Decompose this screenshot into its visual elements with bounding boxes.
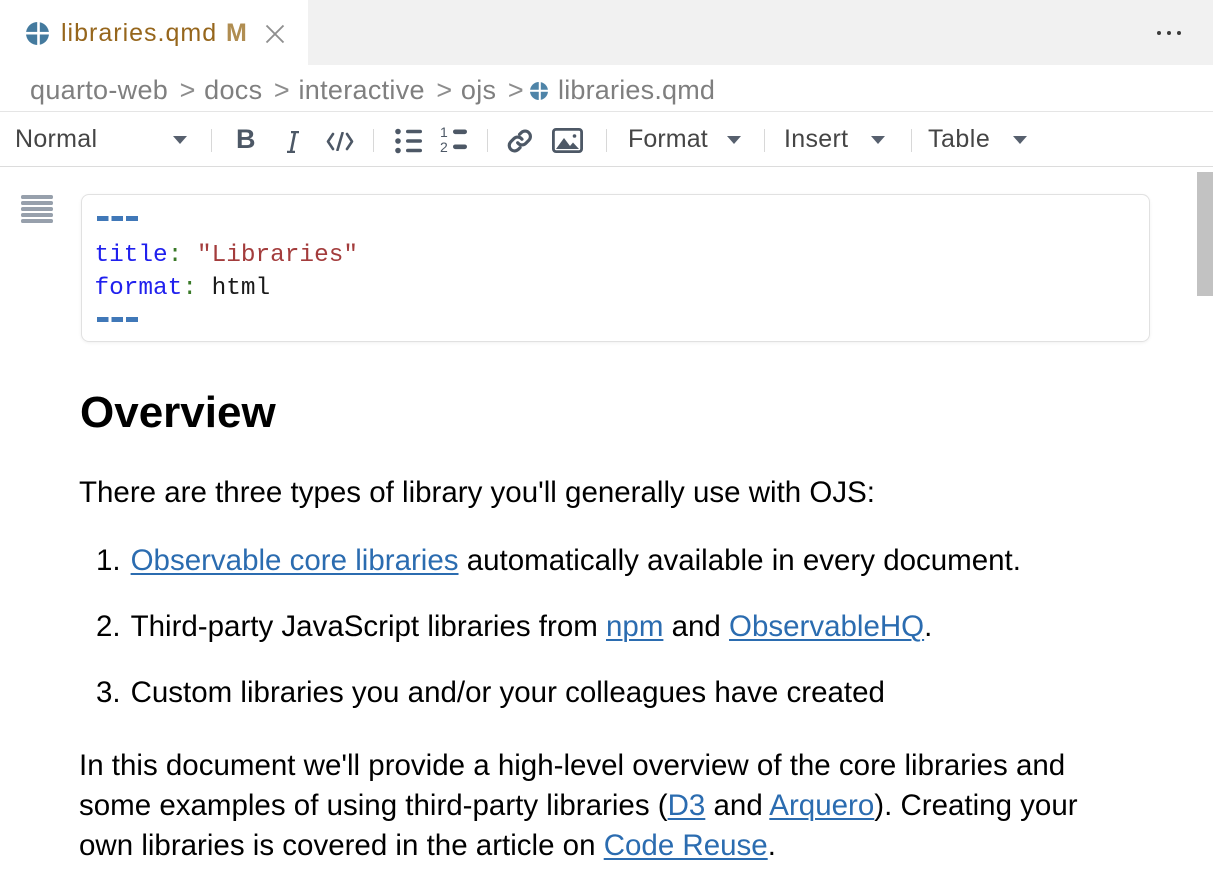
svg-text:2: 2 (440, 139, 448, 153)
svg-text:1: 1 (440, 125, 448, 140)
